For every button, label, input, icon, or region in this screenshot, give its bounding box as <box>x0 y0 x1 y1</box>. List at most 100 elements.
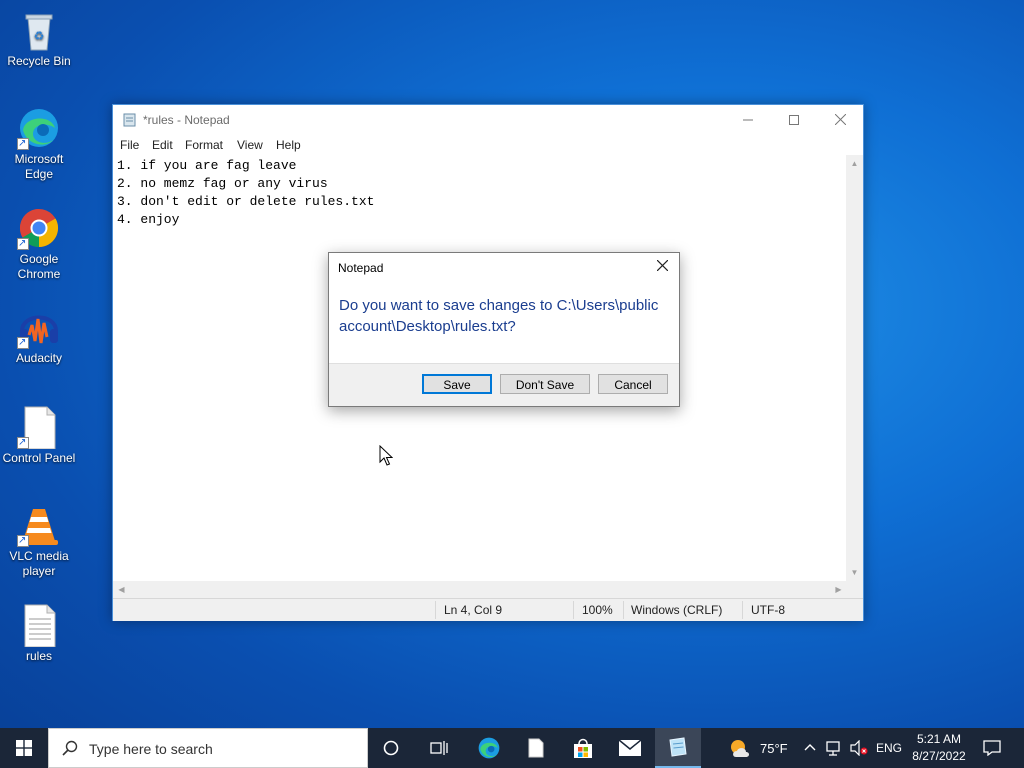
chrome-icon <box>17 206 61 251</box>
dialog-footer: Save Don't Save Cancel <box>329 363 679 406</box>
store-bag-icon <box>574 738 592 758</box>
status-separator <box>623 601 624 619</box>
menu-bar: File Edit Format View Help <box>113 135 863 155</box>
notepad-icon <box>669 737 687 757</box>
input-language[interactable]: ENG <box>876 741 902 755</box>
notifications-icon[interactable] <box>983 740 1001 756</box>
scroll-left-icon[interactable]: ◀ <box>113 581 130 598</box>
minimize-icon <box>743 119 753 121</box>
shortcut-arrow-icon <box>17 136 29 151</box>
status-zoom: 100% <box>582 603 613 617</box>
desktop-icon-control-panel[interactable]: Control Panel <box>1 405 77 466</box>
menu-view[interactable]: View <box>237 138 263 152</box>
maximize-icon <box>789 115 799 125</box>
network-icon[interactable] <box>826 740 844 756</box>
window-title: *rules - Notepad <box>143 113 230 127</box>
recycle-bin-icon: ♻ <box>17 8 61 52</box>
vlc-cone-icon <box>17 503 61 548</box>
desktop-icon-label: Control Panel <box>2 451 76 465</box>
svg-text:♻: ♻ <box>34 29 45 43</box>
dialog-close-button[interactable] <box>651 257 673 277</box>
blank-file-icon <box>528 738 544 758</box>
mouse-cursor-icon <box>379 445 393 466</box>
status-position: Ln 4, Col 9 <box>444 603 503 617</box>
taskbar-file[interactable] <box>513 728 559 768</box>
close-icon <box>656 259 668 272</box>
text-line: 3. don't edit or delete rules.txt <box>117 194 375 209</box>
save-changes-dialog: Notepad Do you want to save changes to C… <box>328 252 680 407</box>
search-placeholder: Type here to search <box>89 741 213 757</box>
blank-file-icon <box>17 405 61 450</box>
vertical-scrollbar[interactable]: ▲ ▼ <box>846 155 863 581</box>
cortana-circle-icon <box>383 740 399 756</box>
menu-help[interactable]: Help <box>276 138 301 152</box>
close-button[interactable] <box>817 105 863 135</box>
taskbar: Type here to search 75°F ENG 5:21 AM 8/2… <box>0 728 1024 768</box>
close-icon <box>834 113 846 126</box>
status-line-endings: Windows (CRLF) <box>631 603 723 617</box>
desktop-icon-vlc[interactable]: VLC media player <box>1 503 77 579</box>
desktop-icon-recycle-bin[interactable]: ♻ Recycle Bin <box>1 8 77 69</box>
dialog-title: Notepad <box>338 261 384 275</box>
windows-logo-icon <box>16 740 32 756</box>
task-view-button[interactable] <box>416 728 462 768</box>
edge-icon <box>17 106 61 151</box>
search-icon <box>62 740 78 756</box>
text-file-icon <box>17 603 61 648</box>
volume-muted-icon[interactable] <box>850 740 868 756</box>
shortcut-arrow-icon <box>17 335 29 350</box>
taskbar-store[interactable] <box>560 728 606 768</box>
title-bar[interactable]: *rules - Notepad <box>113 105 863 135</box>
scroll-right-icon[interactable]: ▶ <box>830 581 847 598</box>
shortcut-arrow-icon <box>17 533 29 548</box>
text-line: 2. no memz fag or any virus <box>117 176 328 191</box>
scroll-down-icon[interactable]: ▼ <box>846 564 863 581</box>
size-grip[interactable] <box>846 581 863 598</box>
status-separator <box>742 601 743 619</box>
maximize-button[interactable] <box>771 105 817 135</box>
cancel-button[interactable]: Cancel <box>598 374 668 394</box>
desktop-icon-edge[interactable]: Microsoft Edge <box>1 106 77 182</box>
desktop-icon-label: rules <box>25 649 52 663</box>
cortana-button[interactable] <box>368 728 414 768</box>
scroll-up-icon[interactable]: ▲ <box>846 155 863 172</box>
menu-edit[interactable]: Edit <box>152 138 173 152</box>
taskbar-search-box[interactable]: Type here to search <box>48 728 368 768</box>
menu-file[interactable]: File <box>120 138 139 152</box>
desktop-icon-label: Recycle Bin <box>7 54 71 68</box>
desktop-icon-rules[interactable]: rules <box>1 603 77 664</box>
horizontal-scrollbar[interactable]: ◀ ▶ <box>113 581 847 598</box>
desktop-icon-chrome[interactable]: Google Chrome <box>1 206 77 282</box>
desktop-icon-label: Microsoft Edge <box>14 152 64 181</box>
task-view-icon <box>430 741 448 755</box>
desktop-icon-audacity[interactable]: Audacity <box>1 305 77 366</box>
clock-time: 5:21 AM <box>916 732 962 746</box>
menu-format[interactable]: Format <box>185 138 223 152</box>
taskbar-edge[interactable] <box>466 728 512 768</box>
status-bar: Ln 4, Col 9 100% Windows (CRLF) UTF-8 <box>113 598 863 621</box>
edge-icon <box>478 737 500 759</box>
desktop-icon-label: Audacity <box>15 351 63 365</box>
taskbar-notepad[interactable] <box>655 728 701 768</box>
notepad-icon <box>123 113 137 127</box>
start-button[interactable] <box>0 728 48 768</box>
desktop-icon-label: Google Chrome <box>17 252 61 281</box>
dialog-message: Do you want to save changes to C:\Users\… <box>339 297 659 335</box>
status-encoding: UTF-8 <box>751 603 785 617</box>
clock-date: 8/27/2022 <box>912 749 966 763</box>
desktop-icon-label: VLC media player <box>9 549 69 578</box>
minimize-button[interactable] <box>725 105 771 135</box>
status-separator <box>573 601 574 619</box>
mail-icon <box>618 739 642 756</box>
show-hidden-icons-chevron-up-icon[interactable] <box>804 740 816 754</box>
text-line: 4. enjoy <box>117 212 180 227</box>
weather-temperature[interactable]: 75°F <box>760 741 788 756</box>
taskbar-mail[interactable] <box>607 728 653 768</box>
save-button[interactable]: Save <box>422 374 492 394</box>
text-line: 1. if you are fag leave <box>117 158 297 173</box>
audacity-icon <box>17 305 61 350</box>
weather-sun-icon[interactable] <box>728 737 752 759</box>
status-separator <box>435 601 436 619</box>
dont-save-button[interactable]: Don't Save <box>500 374 590 394</box>
taskbar-clock[interactable]: 5:21 AM 8/27/2022 <box>904 731 974 765</box>
